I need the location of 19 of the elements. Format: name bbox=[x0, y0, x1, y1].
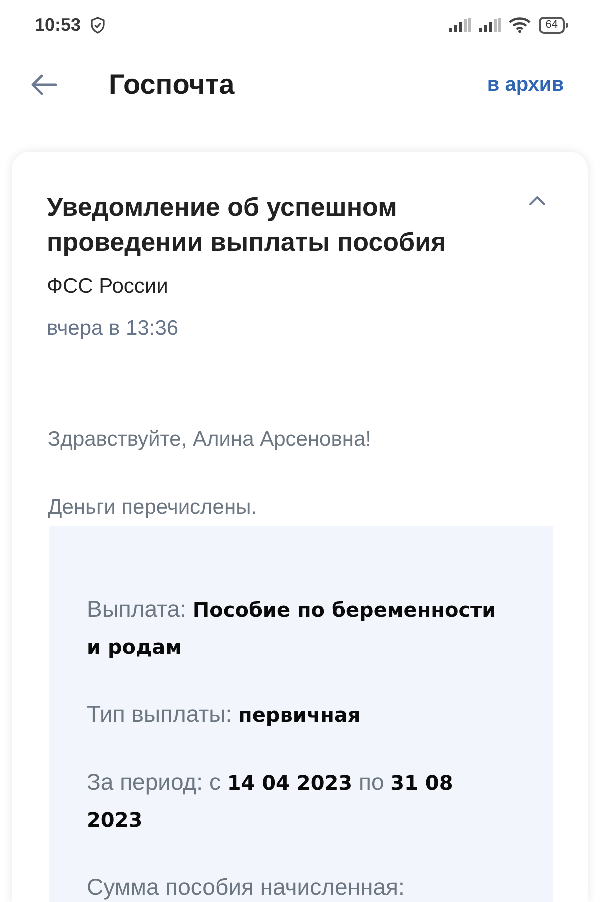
shield-icon bbox=[91, 16, 106, 34]
archive-link[interactable]: в архив bbox=[487, 74, 564, 96]
battery-icon: 64 bbox=[538, 16, 568, 34]
message-date: вчера в 13:36 bbox=[47, 316, 180, 342]
signal-icon bbox=[448, 18, 471, 32]
detail-text: Выплата: Пособие по беременности и родам bbox=[87, 595, 498, 661]
sender-name: ФСС России bbox=[47, 274, 170, 300]
screen-title: Госпочта bbox=[109, 69, 236, 101]
detail-text: Тип выплаты: первичная bbox=[87, 700, 362, 729]
detail-text: Сумма пособия начисленная: bbox=[87, 873, 406, 902]
wifi-icon bbox=[508, 17, 531, 33]
message-text: Деньги перечислены. bbox=[48, 495, 258, 521]
signal-icon bbox=[478, 18, 501, 32]
status-time: 10:53 bbox=[35, 14, 82, 36]
chevron-up-icon[interactable] bbox=[529, 196, 546, 206]
message-title: Уведомление об успешном проведении выплаты пособия bbox=[47, 191, 448, 259]
message-text: Здравствуйте, Алина Арсеновна! bbox=[48, 427, 373, 453]
detail-text: За период: с 14 04 2023 по 31 08 2023 bbox=[87, 768, 454, 834]
back-arrow-icon[interactable] bbox=[31, 74, 57, 96]
